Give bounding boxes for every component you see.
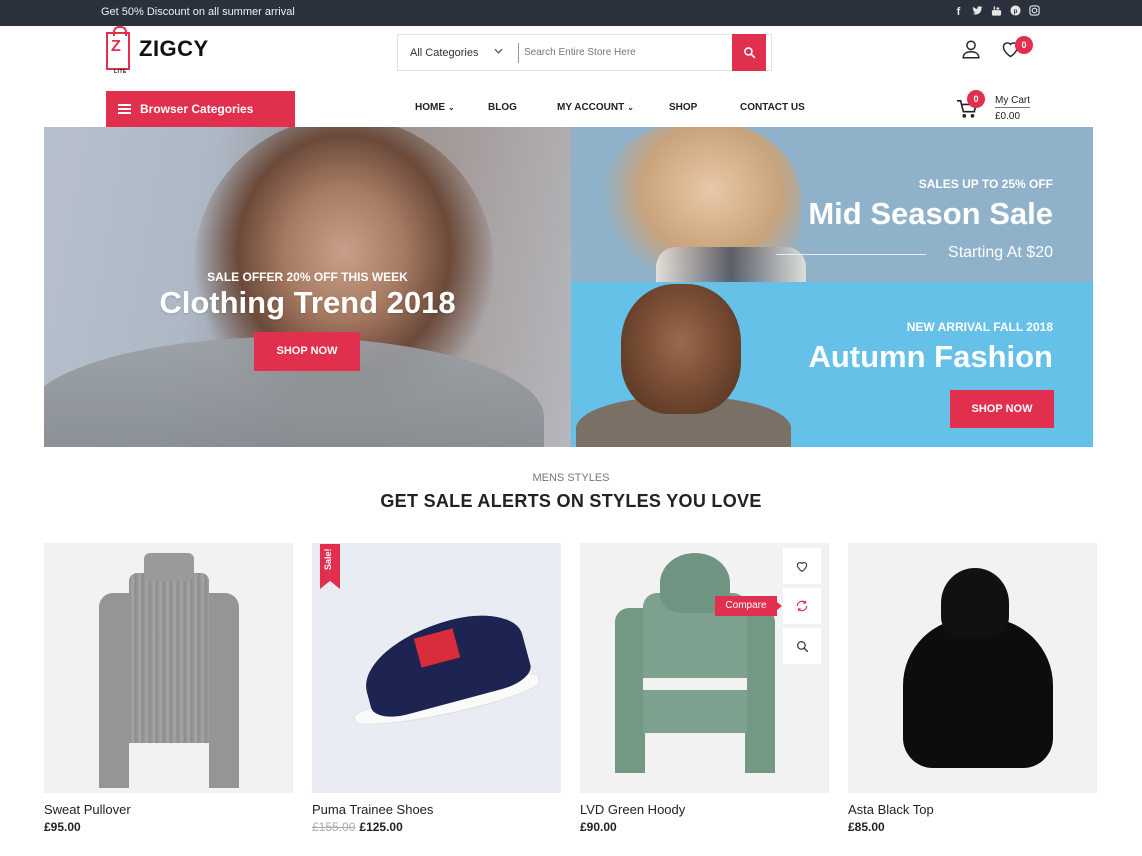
mini-cart[interactable]: 0 My Cart £0.00 [956,90,1056,125]
banner-title: Autumn Fashion [808,339,1053,374]
svg-text:p: p [1014,8,1018,15]
shop-now-button[interactable]: SHOP NOW [950,390,1054,428]
pinterest-icon[interactable]: p [1010,5,1021,19]
cart-amount: £0.00 [995,111,1021,122]
hero-banner-main[interactable]: SALE OFFER 20% OFF THIS WEEK Clothing Tr… [44,127,571,447]
banner-title: Clothing Trend 2018 [159,285,456,320]
menu-icon [118,104,131,114]
search-icon [796,640,808,652]
banner-subtitle: SALES UP TO 25% OFF [918,177,1053,191]
product-image[interactable] [848,543,1097,793]
user-icon [962,40,980,59]
site-logo[interactable]: Z LITE ZIGCY [106,26,216,75]
product-old-price: £155.00 [312,820,356,834]
search-bar: All Categories [397,34,772,71]
add-to-wishlist-button[interactable] [783,548,821,584]
youtube-icon[interactable] [991,5,1002,19]
compare-tooltip: Compare [715,596,782,616]
wishlist-count-badge: 0 [1015,36,1033,54]
category-select[interactable]: All Categories [398,35,518,70]
account-button[interactable] [960,38,984,62]
product-image[interactable] [44,543,293,793]
banner-divider [776,254,926,255]
quick-view-button[interactable] [783,628,821,664]
heart-icon [796,561,808,572]
nav-item-contact-us[interactable]: CONTACT US [740,102,805,113]
category-select-value: All Categories [410,46,479,59]
search-button[interactable] [732,34,766,71]
nav-item-home[interactable]: HOME ⌄ [415,102,455,113]
product-image[interactable]: Sale! [312,543,561,793]
product-card[interactable]: Compare LVD Green Hoody £90.00 [580,543,829,856]
banner-title: Mid Season Sale [808,196,1053,231]
product-name[interactable]: Puma Trainee Shoes [312,802,561,817]
browse-categories-button[interactable]: Browser Categories [106,91,295,127]
nav-item-blog[interactable]: BLOG [488,102,517,113]
product-image[interactable]: Compare [580,543,829,793]
refresh-icon [796,600,808,612]
shop-now-button[interactable]: SHOP NOW [254,332,360,371]
product-card[interactable]: Sweat Pullover £95.00 [44,543,293,856]
top-bar: Get 50% Discount on all summer arrival f… [0,0,1142,26]
product-sale-price: £125.00 [359,820,403,834]
hero-banner-mid-season[interactable]: SALES UP TO 25% OFF Mid Season Sale Star… [571,127,1093,282]
compare-button[interactable] [783,588,821,624]
section-subtitle: MENS STYLES [532,472,610,484]
banner-subtitle: NEW ARRIVAL FALL 2018 [906,320,1053,334]
section-title: GET SALE ALERTS ON STYLES YOU LOVE [380,491,762,511]
logo-sub: LITE [114,69,127,75]
social-links: f p [953,5,1040,19]
cart-label: My Cart [995,95,1030,108]
chevron-down-icon [494,46,503,56]
browse-categories-label: Browser Categories [140,102,254,116]
nav-item-my-account[interactable]: MY ACCOUNT ⌄ [557,102,634,113]
sale-badge: Sale! [320,544,340,589]
search-icon [743,47,755,59]
cart-count-badge: 0 [967,90,985,108]
product-price: £95.00 [44,820,81,834]
product-price: £155.00 £125.00 [312,820,561,834]
product-price: £85.00 [848,820,885,834]
header-icons: 0 [960,36,1040,64]
logo-name: ZIGCY [139,36,209,61]
logo-bag-icon: Z [106,26,130,70]
banner-model-image [621,284,741,414]
promo-text: Get 50% Discount on all summer arrival [101,6,295,18]
banner-model-shirt [656,247,806,282]
facebook-icon[interactable]: f [953,5,964,19]
product-actions [783,548,821,668]
banner-subtitle: SALE OFFER 20% OFF THIS WEEK [207,270,408,284]
product-name[interactable]: Asta Black Top [848,802,1097,817]
nav-item-shop[interactable]: SHOP [669,102,697,113]
product-name[interactable]: LVD Green Hoody [580,802,829,817]
product-card[interactable]: Sale! Puma Trainee Shoes £155.00 £125.00 [312,543,561,856]
product-name[interactable]: Sweat Pullover [44,802,293,817]
chevron-down-icon: ⌄ [627,103,634,112]
chevron-down-icon: ⌄ [448,103,455,112]
twitter-icon[interactable] [972,5,983,19]
product-price: £90.00 [580,820,617,834]
product-card[interactable]: Asta Black Top £85.00 [848,543,1097,856]
banner-starting-price: Starting At $20 [948,244,1053,261]
hero-banner-autumn[interactable]: NEW ARRIVAL FALL 2018 Autumn Fashion SHO… [571,282,1093,447]
instagram-icon[interactable] [1029,5,1040,19]
wishlist-button[interactable]: 0 [1000,36,1033,63]
search-input[interactable] [519,35,732,70]
